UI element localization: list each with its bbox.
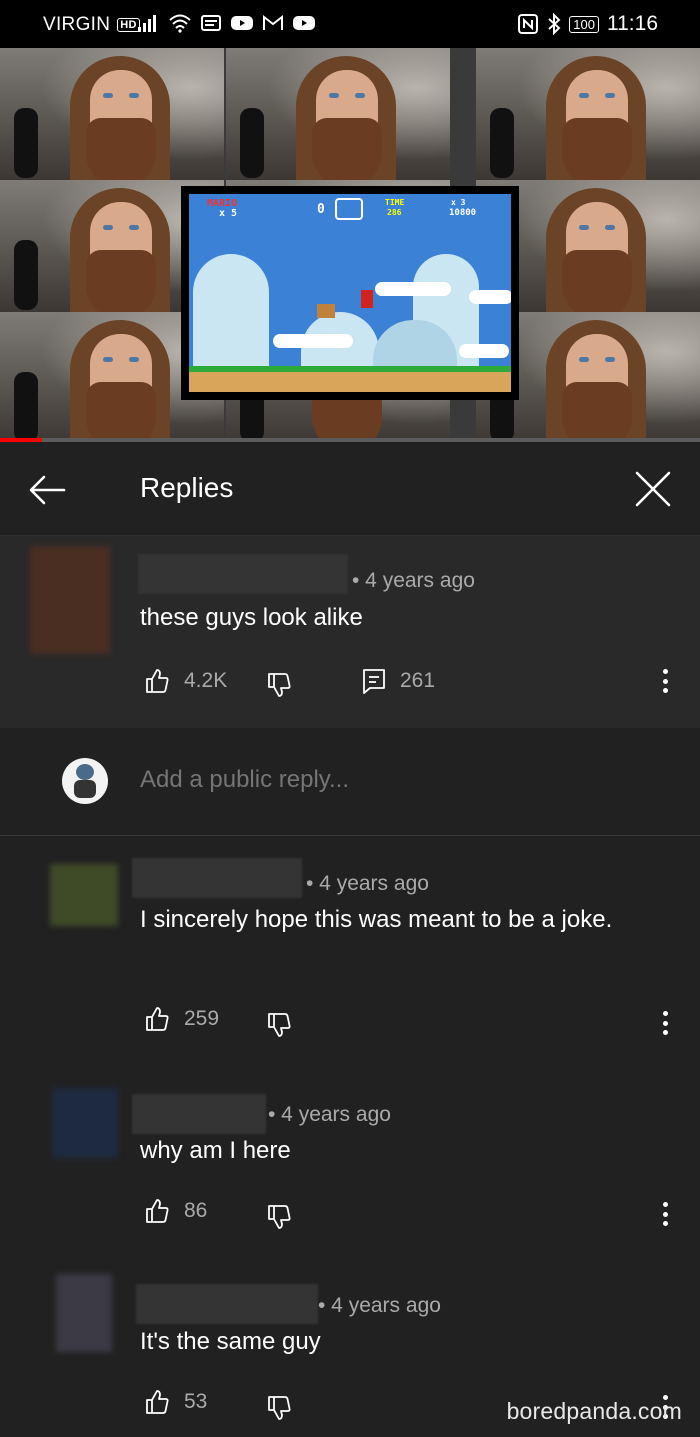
system-icons: 100 11:16: [517, 12, 658, 36]
avatar[interactable]: [30, 546, 110, 654]
game-cloud: [273, 334, 353, 348]
battery-icon: 100: [569, 15, 599, 33]
like-button[interactable]: 86: [144, 1198, 207, 1224]
carrier: VIRGIN HD: [43, 14, 140, 36]
game-ground: [189, 366, 511, 392]
like-count: 86: [184, 1199, 208, 1222]
hud-coin-count: x 3: [451, 198, 466, 207]
like-count: 259: [184, 1007, 220, 1030]
reply-compose: [0, 728, 700, 836]
thumbs-down-icon[interactable]: [266, 672, 292, 698]
back-arrow-icon[interactable]: [26, 472, 68, 508]
game-scene: MARIO x 5 0 TIME 286 x 3 10800: [189, 194, 511, 392]
like-count: 4.2K: [184, 669, 228, 692]
game-cloud: [459, 344, 509, 358]
comment-time: • 4 years ago: [268, 1103, 391, 1126]
status-bar: VIRGIN HD 100 11:16: [0, 0, 700, 48]
author-name-redacted[interactable]: [132, 858, 302, 898]
thumbs-up-icon: [146, 1007, 169, 1031]
like-button[interactable]: 4.2K: [144, 668, 227, 694]
replies-button[interactable]: 261: [362, 668, 435, 694]
like-button[interactable]: 53: [144, 1389, 207, 1415]
video-collage-tile: [476, 48, 700, 180]
youtube-icon: [231, 16, 253, 30]
more-options-icon[interactable]: [655, 666, 675, 696]
game-screen: MARIO x 5 0 TIME 286 x 3 10800: [181, 186, 519, 400]
author-name-redacted[interactable]: [138, 554, 348, 594]
comment-time: • 4 years ago: [352, 569, 475, 592]
close-icon[interactable]: [632, 468, 674, 510]
hud-score: 10800: [449, 208, 477, 218]
comment-text: why am I here: [140, 1137, 291, 1164]
game-player-sprite: [361, 290, 373, 308]
avatar[interactable]: [56, 1274, 112, 1352]
hud-time: 286: [387, 208, 402, 217]
comment-icon: [363, 669, 385, 694]
video-collage-tile: [0, 48, 224, 180]
watermark: boredpanda.com: [506, 1398, 682, 1424]
thumbs-up-icon: [146, 1390, 169, 1414]
gmail-icon: [263, 14, 283, 30]
thumbs-down-icon[interactable]: [266, 1204, 292, 1230]
game-hill: [193, 254, 269, 366]
avatar[interactable]: [52, 1088, 118, 1158]
game-cloud: [375, 282, 451, 296]
hud-coins-reserve: 0: [317, 202, 325, 217]
comment-text: these guys look alike: [140, 604, 363, 631]
more-options-icon[interactable]: [655, 1199, 675, 1229]
thumbs-down-icon[interactable]: [266, 1395, 292, 1421]
comment-time: • 4 years ago: [318, 1294, 441, 1317]
carrier-name: VIRGIN: [43, 14, 111, 35]
avatar[interactable]: [50, 864, 118, 926]
game-block: [317, 304, 335, 318]
replies-header: Replies: [0, 442, 700, 536]
wifi-icon: [169, 14, 191, 33]
hud-lives: x 5: [219, 208, 238, 219]
bluetooth-icon: [548, 13, 561, 35]
original-comment: • 4 years ago these guys look alike 4.2K…: [0, 536, 700, 728]
signal-icon: [138, 15, 156, 32]
more-options-icon[interactable]: [655, 1008, 675, 1038]
video-collage-tile: [226, 48, 450, 180]
like-count: 53: [184, 1390, 208, 1413]
thumbs-up-icon: [146, 669, 169, 693]
comment-time: • 4 years ago: [306, 872, 429, 895]
notification-icons: [136, 13, 316, 33]
game-cloud: [469, 290, 511, 304]
thumbs-up-icon: [146, 1199, 169, 1223]
author-name-redacted[interactable]: [136, 1284, 318, 1324]
reply-input[interactable]: [140, 766, 450, 794]
hud-time-label: TIME: [385, 198, 405, 207]
youtube-icon: [293, 16, 315, 30]
reply-count: 261: [400, 669, 436, 692]
like-button[interactable]: 259: [144, 1006, 219, 1032]
page-title: Replies: [140, 472, 234, 503]
nfc-icon: [518, 14, 539, 34]
item-box: [335, 198, 363, 220]
my-avatar: [62, 758, 108, 804]
comment-text: I sincerely hope this was meant to be a …: [140, 906, 613, 933]
video-player[interactable]: MARIO x 5 0 TIME 286 x 3 10800: [0, 48, 700, 442]
news-icon: [201, 15, 221, 31]
comment-text: It's the same guy: [140, 1328, 321, 1355]
author-name-redacted[interactable]: [132, 1094, 266, 1134]
thumbs-down-icon[interactable]: [266, 1012, 292, 1038]
clock: 11:16: [607, 12, 658, 35]
